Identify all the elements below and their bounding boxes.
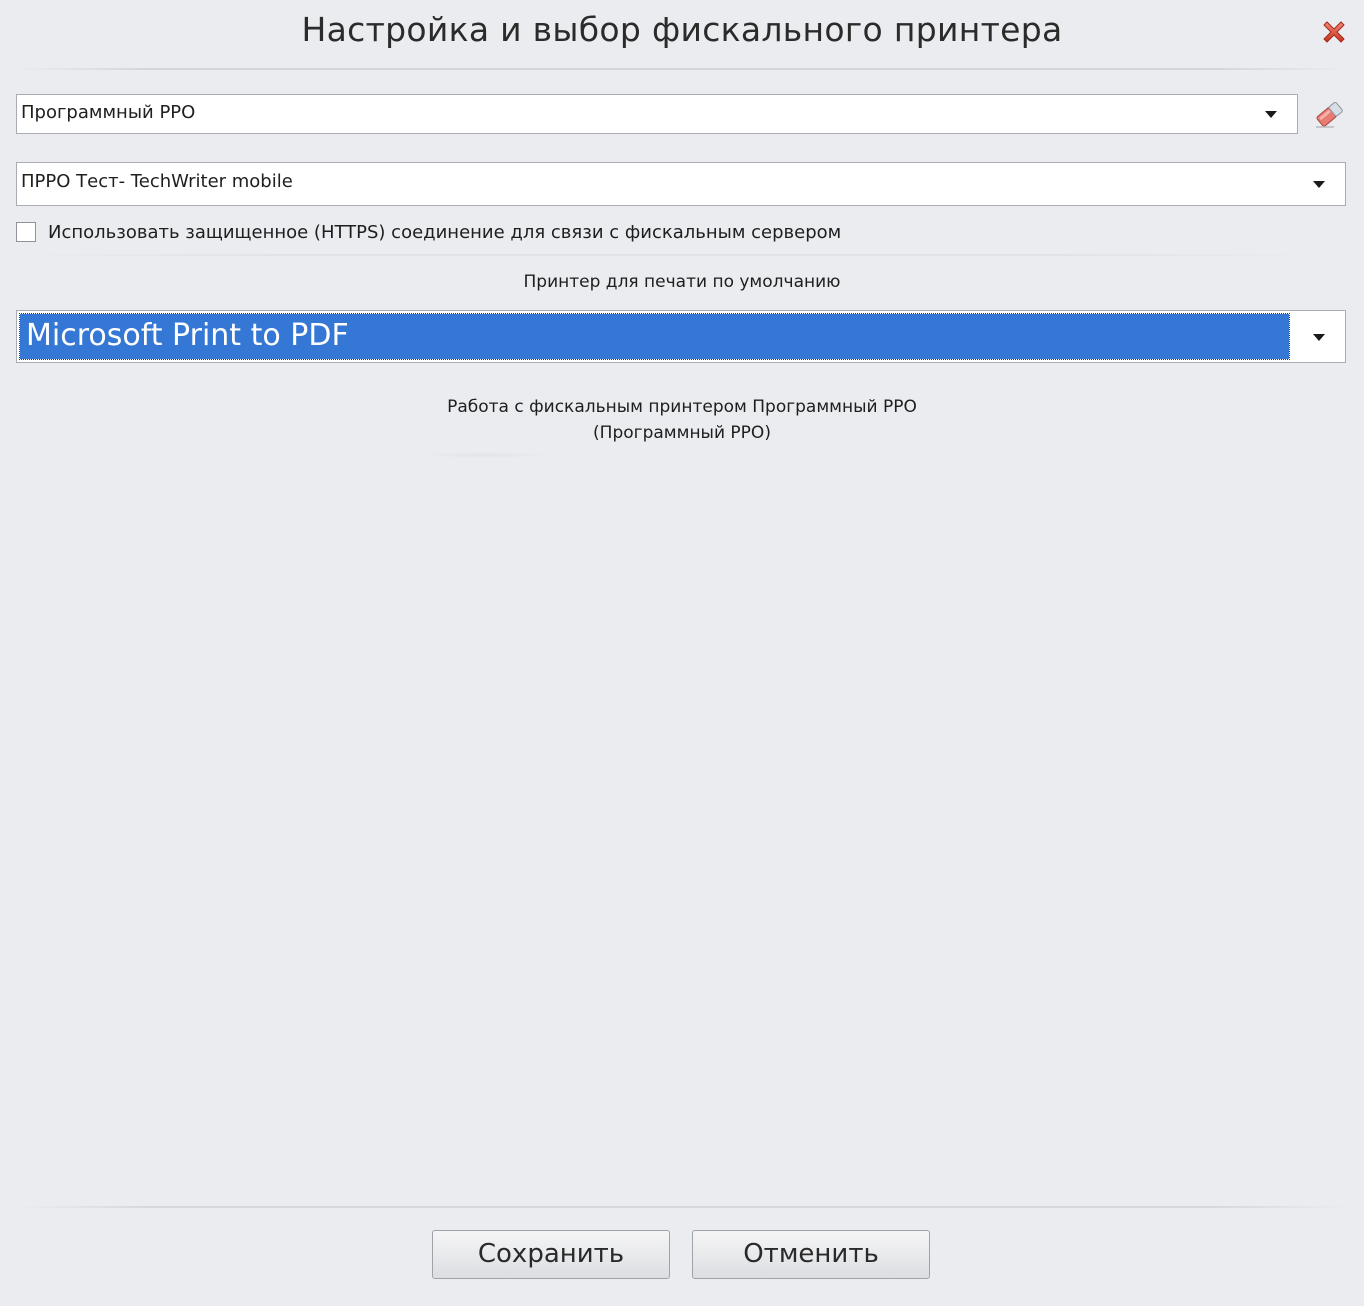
chevron-down-icon[interactable] bbox=[1313, 334, 1325, 341]
close-icon bbox=[1323, 21, 1345, 43]
cancel-button[interactable]: Отменить bbox=[692, 1230, 930, 1279]
printer-info: Работа с фискальным принтером Программны… bbox=[0, 394, 1364, 446]
https-checkbox[interactable] bbox=[16, 222, 36, 242]
fiscal-printer-dialog: Настройка и выбор фискального принтера П… bbox=[0, 0, 1364, 1306]
dialog-title: Настройка и выбор фискального принтера bbox=[301, 10, 1063, 49]
device-type-value: Программный РРО bbox=[21, 102, 196, 123]
cashier-value: ПРРО Тест- TechWriter mobile bbox=[21, 171, 293, 192]
eraser-icon bbox=[1316, 102, 1343, 128]
printer-info-line1: Работа с фискальным принтером Программны… bbox=[447, 397, 917, 417]
cashier-select[interactable]: ПРРО Тест- TechWriter mobile bbox=[16, 162, 1346, 206]
default-printer-selection: Microsoft Print to PDF bbox=[19, 313, 1290, 360]
option-divider bbox=[14, 254, 1320, 256]
title-divider bbox=[16, 68, 1348, 70]
default-printer-select[interactable]: Microsoft Print to PDF bbox=[16, 310, 1346, 363]
device-type-select[interactable]: Программный РРО bbox=[16, 94, 1298, 134]
printer-info-line2: (Программный РРО) bbox=[593, 423, 771, 443]
save-button[interactable]: Сохранить bbox=[432, 1230, 670, 1279]
chevron-down-icon[interactable] bbox=[1265, 111, 1277, 118]
https-option[interactable]: Использовать защищенное (HTTPS) соединен… bbox=[14, 220, 1314, 248]
footer-divider bbox=[16, 1206, 1348, 1208]
https-checkbox-label: Использовать защищенное (HTTPS) соединен… bbox=[48, 222, 842, 243]
edit-device-button[interactable] bbox=[1312, 96, 1348, 132]
chevron-down-icon[interactable] bbox=[1313, 181, 1325, 188]
default-printer-value: Microsoft Print to PDF bbox=[26, 318, 349, 353]
close-button[interactable] bbox=[1318, 16, 1350, 48]
info-shadow bbox=[420, 452, 550, 458]
default-printer-label: Принтер для печати по умолчанию bbox=[523, 272, 841, 292]
